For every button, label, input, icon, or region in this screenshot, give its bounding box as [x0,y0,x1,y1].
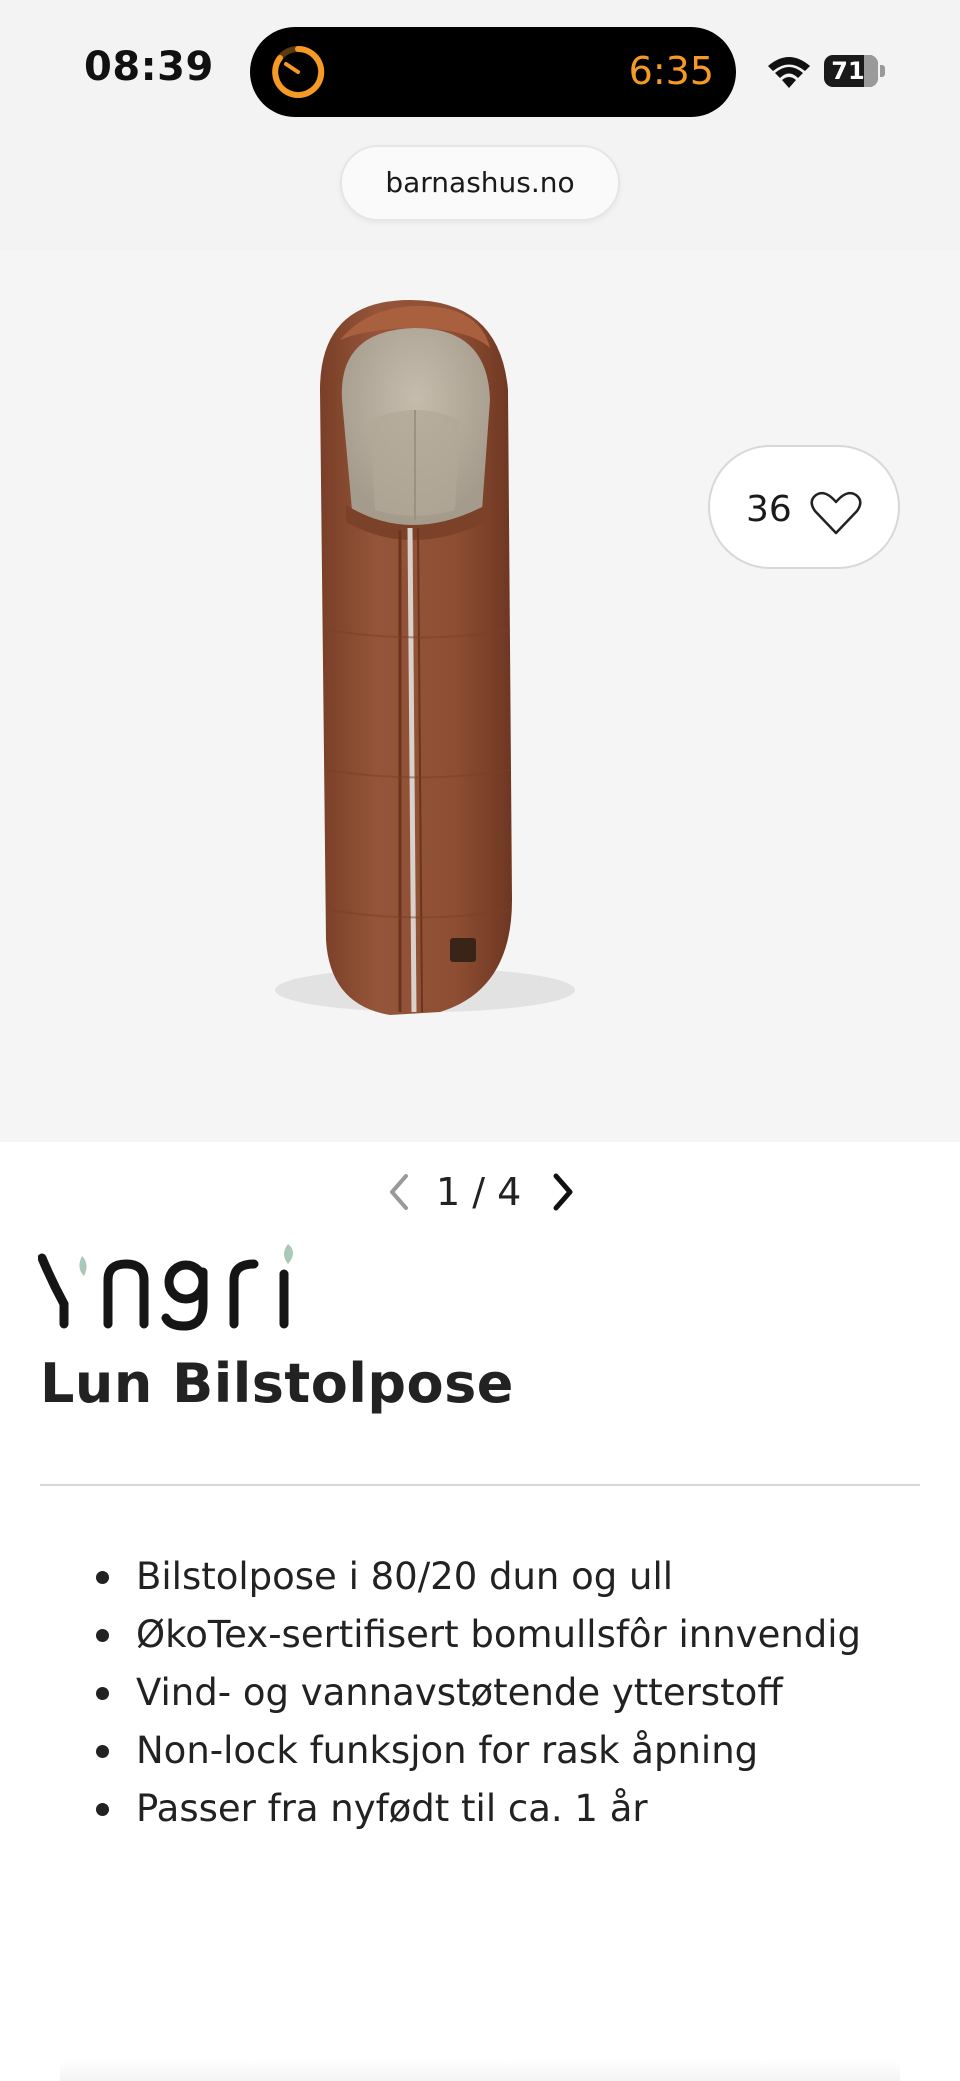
timer-text: 6:35 [628,49,714,93]
image-pager: 1 / 4 [380,1168,580,1218]
product-image-gallery[interactable]: 36 [0,250,960,1142]
status-time: 08:39 [84,44,214,90]
wishlist-count: 36 [746,489,792,530]
chevron-right-icon[interactable] [548,1172,578,1212]
feature-text: Passer fra nyfødt til ca. 1 år [136,1787,648,1830]
feature-text: Vind- og vannavstøtende ytterstoff [136,1671,783,1714]
product-image [275,300,575,1015]
status-bar: 08:39 6:35 71 barnashus.no [0,0,960,250]
bullet-icon [96,1745,109,1758]
dynamic-island[interactable]: 6:35 [250,27,736,117]
bullet-icon [96,1571,109,1584]
feature-item: Vind- og vannavstøtende ytterstoff [96,1664,861,1722]
feature-item: Passer fra nyfødt til ca. 1 år [96,1780,861,1838]
feature-text: ØkoTex-sertifisert bomullsfôr innvendig [136,1613,862,1656]
brand-logo[interactable] [38,1242,308,1332]
wifi-icon [768,57,810,88]
heart-outline-icon [810,491,862,535]
feature-item: ØkoTex-sertifisert bomullsfôr innvendig [96,1606,861,1664]
bottom-edge [60,2060,900,2081]
feature-item: Non-lock funksjon for rask åpning [96,1722,861,1780]
pager-text: 1 / 4 [436,1170,522,1214]
bullet-icon [96,1803,109,1816]
battery-level: 71 [831,57,865,85]
chevron-left-icon[interactable] [384,1172,414,1212]
feature-text: Bilstolpose i 80/20 dun og ull [136,1555,674,1598]
feature-text: Non-lock funksjon for rask åpning [136,1729,759,1772]
timer-icon [272,45,325,98]
battery-icon: 71 [824,55,886,87]
wishlist-button[interactable]: 36 [708,445,900,569]
product-title: Lun Bilstolpose [40,1352,514,1415]
bullet-icon [96,1687,109,1700]
feature-list: Bilstolpose i 80/20 dun og ull ØkoTex-se… [96,1548,861,1838]
divider [40,1484,920,1486]
bullet-icon [96,1629,109,1642]
feature-item: Bilstolpose i 80/20 dun og ull [96,1548,861,1606]
url-bar[interactable]: barnashus.no [340,145,620,221]
